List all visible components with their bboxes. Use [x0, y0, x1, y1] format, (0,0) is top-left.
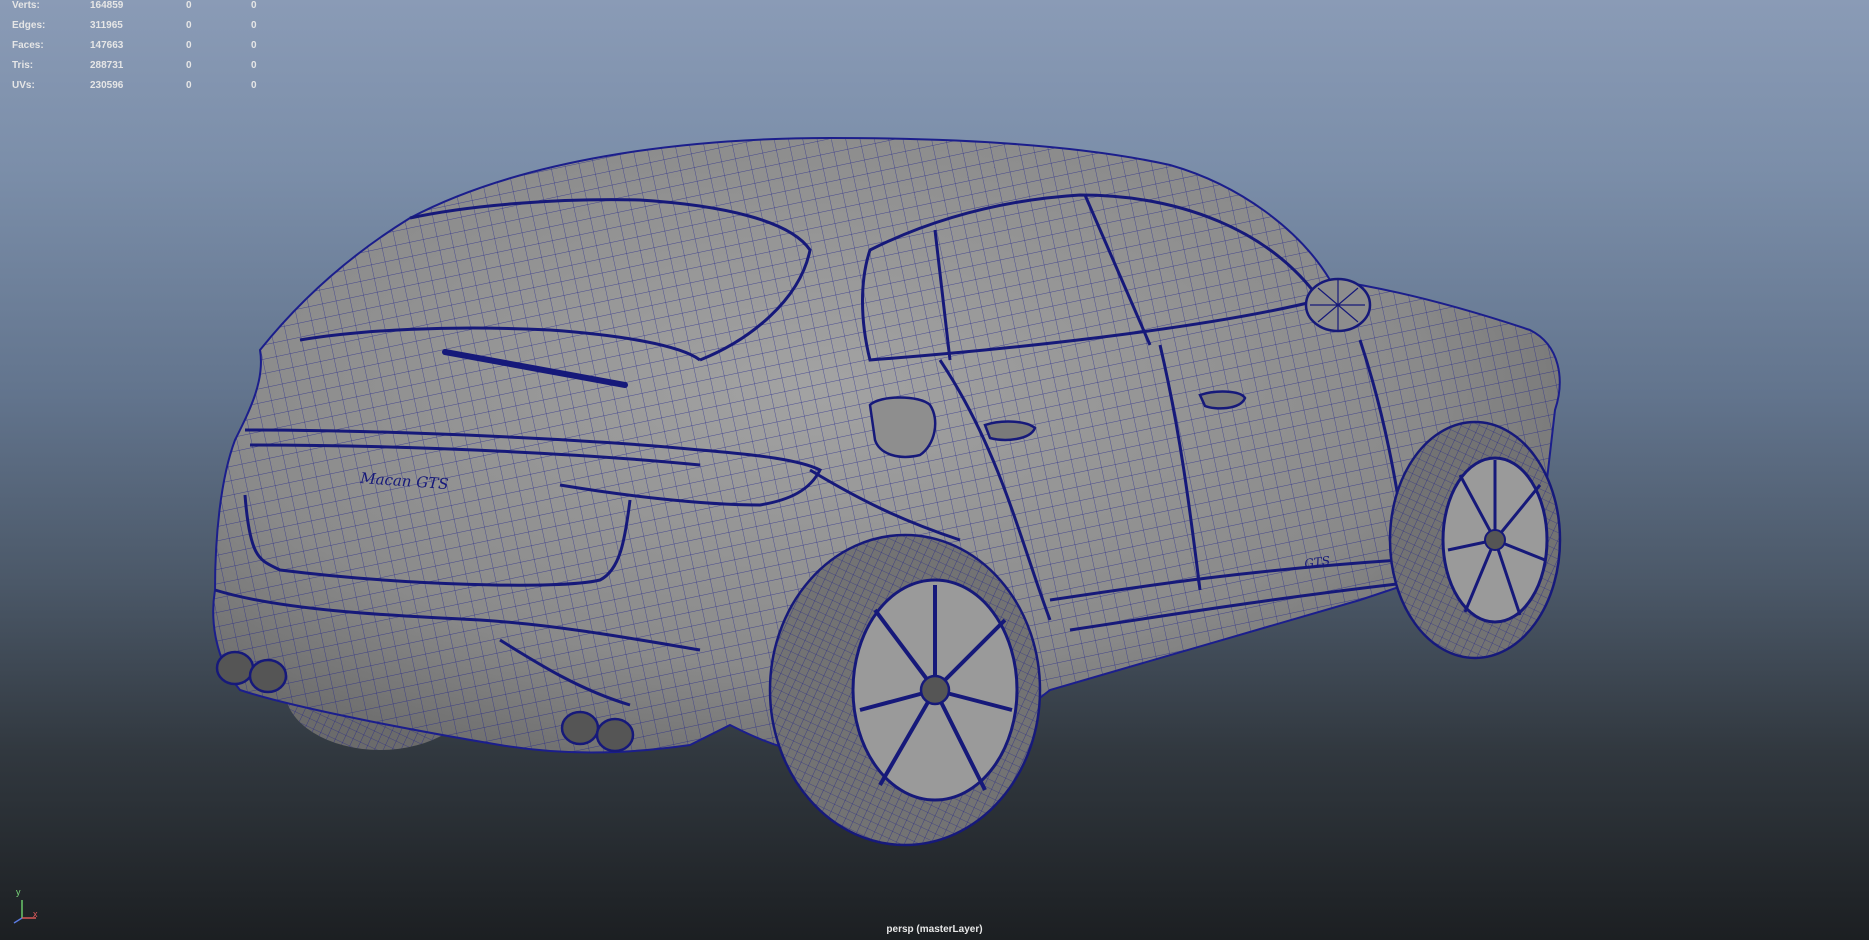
axis-z-line [13, 917, 23, 924]
car-model[interactable]: Macan GTS GTS [0, 0, 1869, 940]
camera-label: persp (masterLayer) [886, 924, 983, 935]
fuel-door [868, 396, 937, 459]
axis-x-label: x [33, 909, 38, 919]
axis-gizmo [13, 900, 36, 924]
front-right-wheel [1388, 420, 1562, 660]
rear-right-wheel [768, 533, 1042, 847]
side-mirror [1304, 277, 1372, 333]
front-door-handle [1198, 390, 1247, 410]
viewport[interactable]: Verts: 164859 0 0 Edges: 311965 0 0 Face… [0, 0, 1869, 940]
axis-y-label: y [16, 887, 21, 897]
